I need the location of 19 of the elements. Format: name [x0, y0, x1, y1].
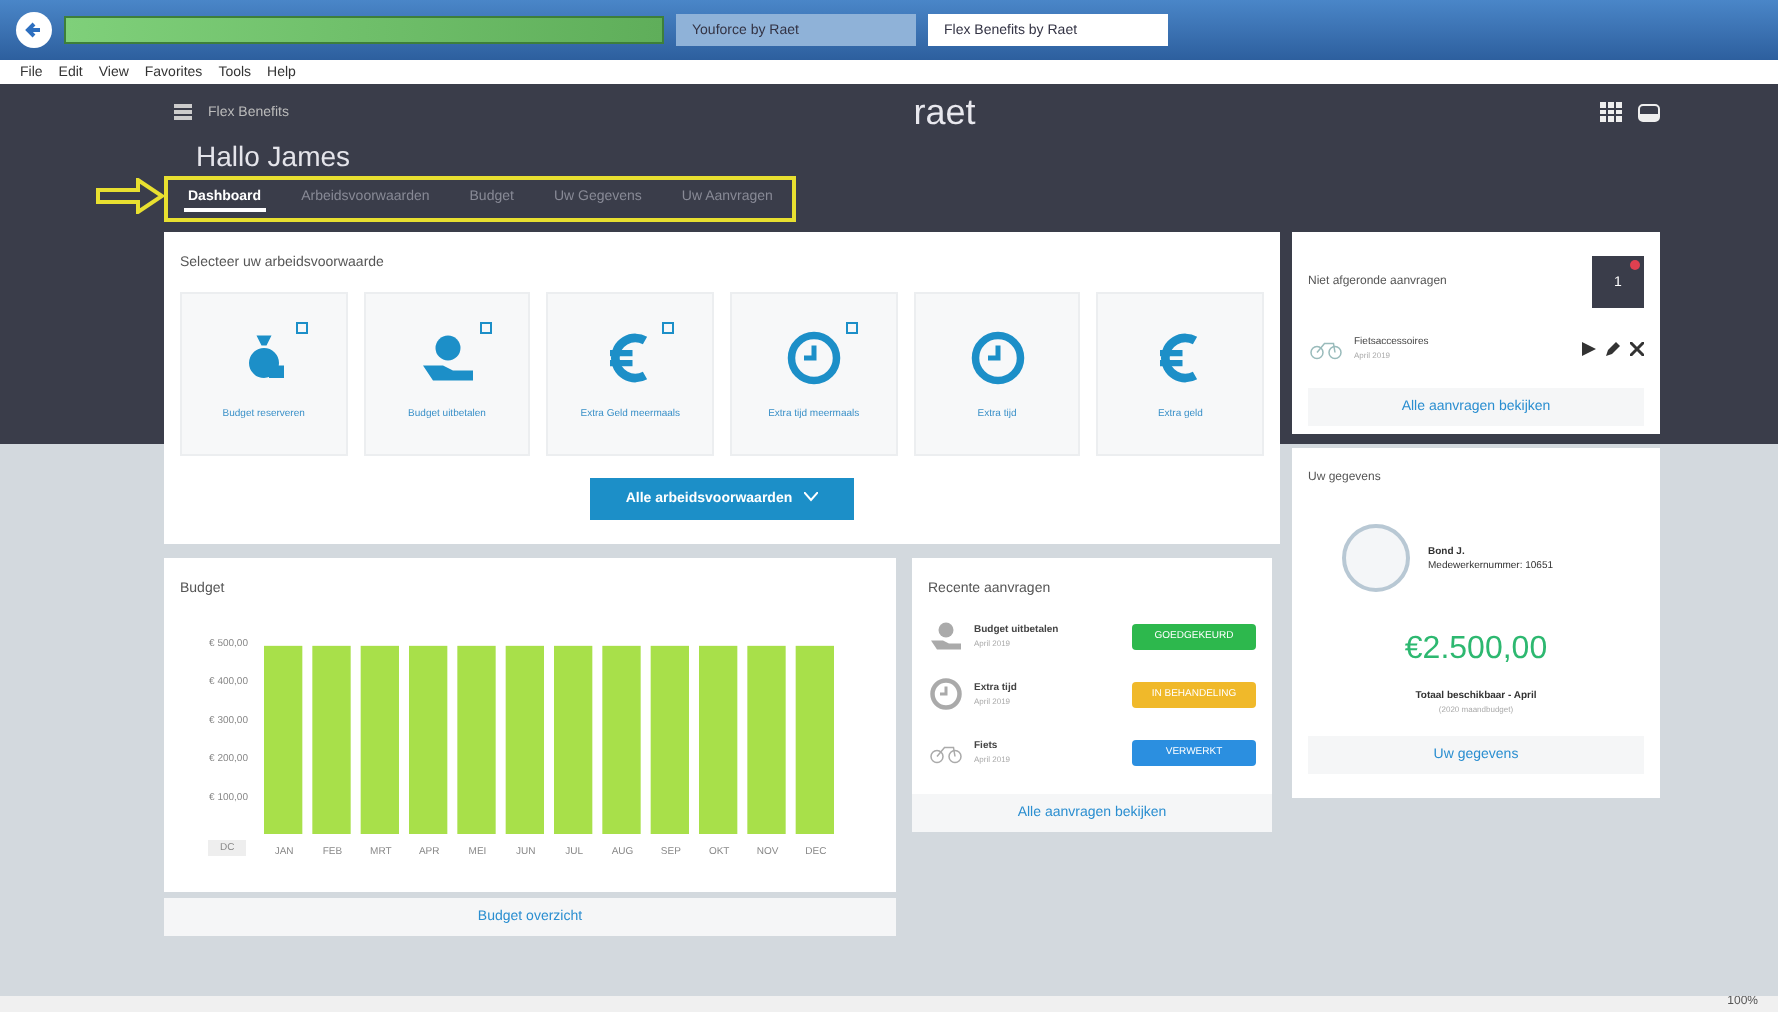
grid-icon[interactable]: [1600, 102, 1622, 122]
alert-dot: [1630, 260, 1640, 270]
available-amount: €2.500,00: [1404, 632, 1548, 668]
chevron-icon: [804, 492, 819, 502]
send-icon[interactable]: [1582, 341, 1596, 355]
clock-icon: [967, 328, 1028, 388]
back-button[interactable]: [16, 12, 52, 48]
hand-coin-icon: [928, 618, 964, 654]
greeting: Hallo James: [194, 140, 353, 172]
edit-icon[interactable]: [1606, 341, 1620, 355]
menu-icon[interactable]: [174, 104, 192, 120]
inbox-icon[interactable]: [1638, 103, 1660, 121]
clock-icon: [783, 328, 844, 388]
address-bar[interactable]: [64, 16, 664, 44]
close-icon[interactable]: [1630, 341, 1644, 355]
logo: raet: [913, 91, 976, 133]
avatar-icon: [1336, 522, 1416, 594]
back-arrow-icon: [24, 20, 44, 40]
clock-icon: [928, 676, 964, 712]
